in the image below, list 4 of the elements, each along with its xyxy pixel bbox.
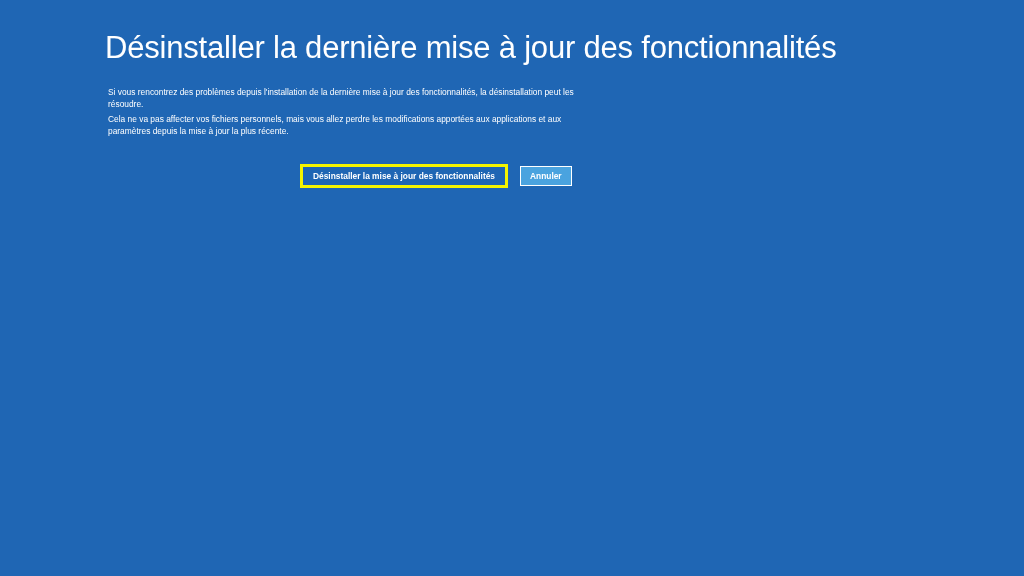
page-title: Désinstaller la dernière mise à jour des fonctionnalités xyxy=(105,29,838,67)
uninstall-button[interactable]: Désinstaller la mise à jour des fonctionnalités xyxy=(300,164,508,188)
description-text: Cela ne va pas affecter vos fichiers personnels, mais vous allez perdre les modifications apportées aux applications et aux paramètres depuis la mise à jour la plus récente. xyxy=(108,113,563,137)
description-text: Si vous rencontrez des problèmes depuis l'installation de la dernière mise à jour des fonctionnalités, la désinstallation peut les résoudre. xyxy=(108,86,575,110)
